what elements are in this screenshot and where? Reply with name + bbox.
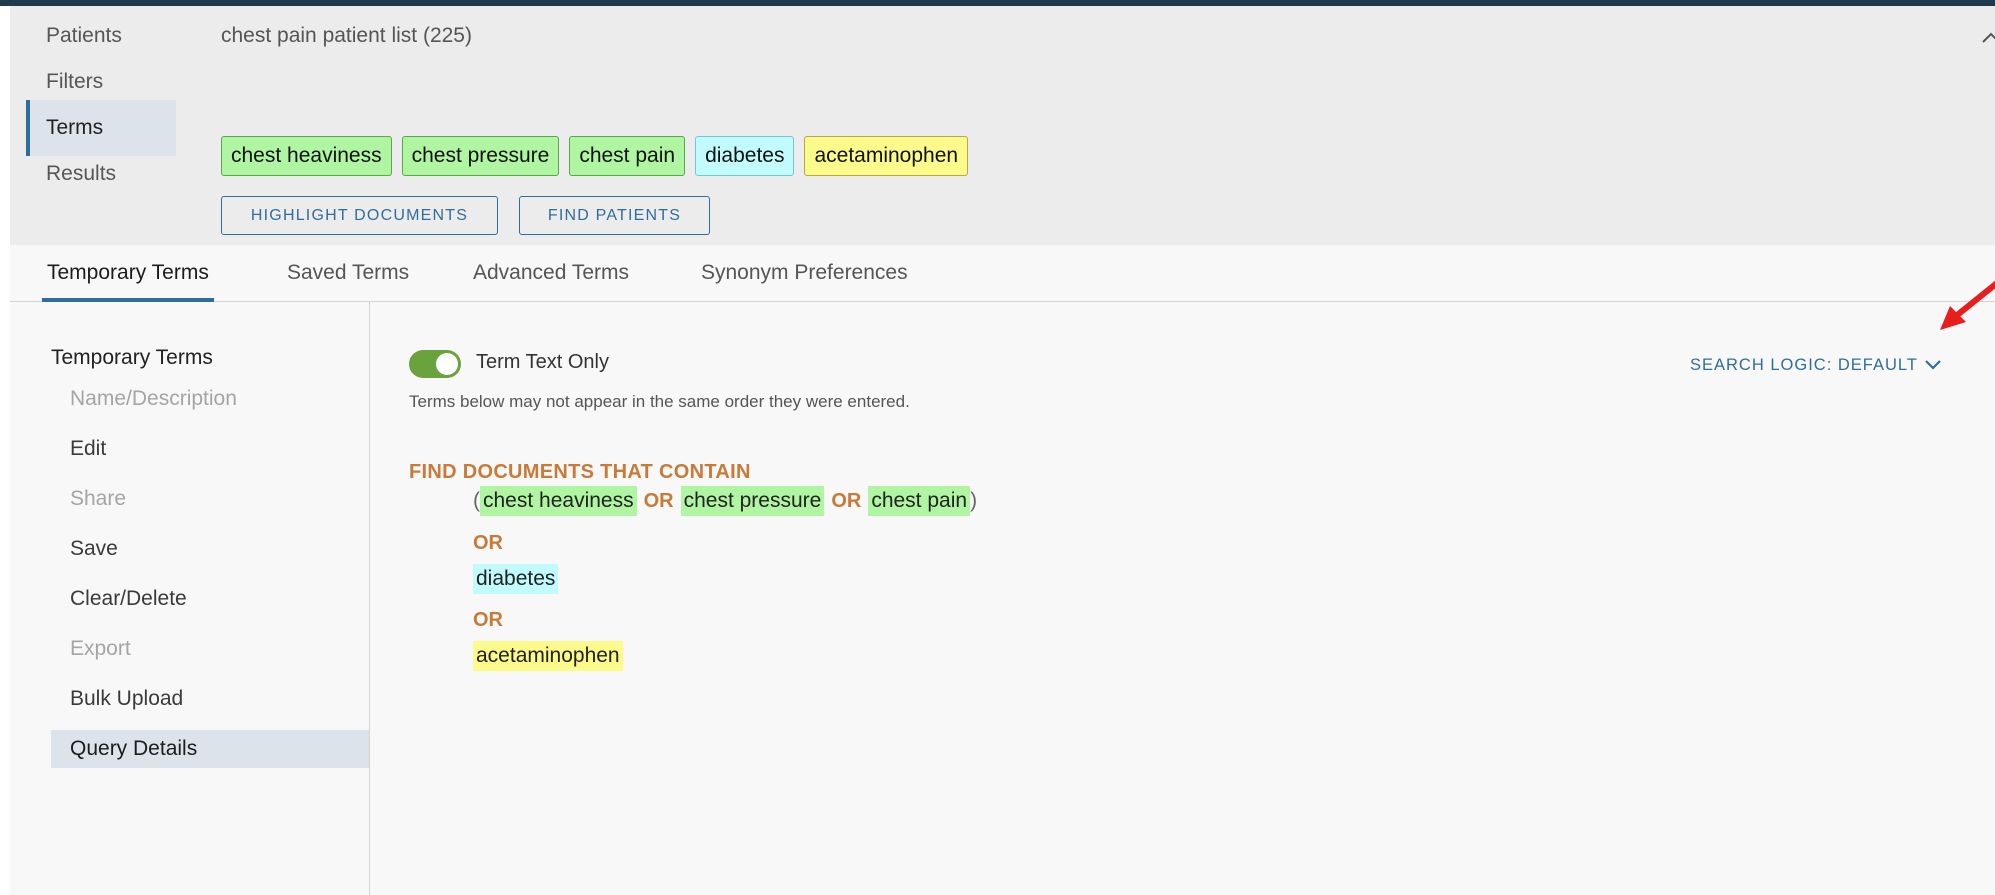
term-chip-acetaminophen[interactable]: acetaminophen (804, 136, 969, 176)
term-text-only-toggle[interactable] (409, 350, 461, 378)
term-chip-chest-pressure[interactable]: chest pressure (401, 136, 560, 176)
toggle-knob (436, 353, 458, 375)
query-term-line: acetaminophen (473, 641, 623, 671)
term-chip-chest-pain[interactable]: chest pain (569, 136, 686, 176)
query-term-acetaminophen: acetaminophen (473, 641, 623, 671)
term-chip-chest-heaviness[interactable]: chest heaviness (221, 136, 392, 176)
open-paren: ( (473, 489, 480, 512)
chevron-up-icon[interactable] (1982, 28, 1995, 46)
tab-bar: Temporary Terms Saved Terms Advanced Ter… (10, 245, 1995, 302)
search-logic-label: SEARCH LOGIC: DEFAULT (1690, 355, 1918, 374)
menu-share: Share (70, 487, 127, 510)
tab-saved-terms[interactable]: Saved Terms (282, 245, 414, 301)
side-menu-title: Temporary Terms (51, 346, 213, 369)
menu-edit[interactable]: Edit (51, 430, 369, 468)
term-text-only-label: Term Text Only (476, 351, 609, 373)
menu-name-description: Name/Description (70, 387, 237, 410)
annotation-arrow-icon (1940, 280, 1995, 330)
menu-bulk-upload[interactable]: Bulk Upload (51, 680, 369, 718)
highlight-documents-button[interactable]: HIGHLIGHT DOCUMENTS (221, 196, 498, 235)
header-panel: Patients Filters Terms Results chest pai… (10, 6, 1995, 245)
tab-synonym-preferences[interactable]: Synonym Preferences (696, 245, 913, 301)
query-term-line: diabetes (473, 564, 559, 594)
query-group-line: ( chest heaviness OR chest pressure OR c… (473, 486, 977, 516)
operator-or: OR (473, 532, 503, 554)
query-term-chest-heaviness: chest heaviness (480, 486, 637, 516)
operator-or: OR (643, 489, 674, 512)
menu-clear-delete[interactable]: Clear/Delete (51, 580, 369, 618)
term-chips: chest heaviness chest pressure chest pai… (221, 136, 969, 176)
menu-export: Export (70, 637, 131, 660)
tab-advanced-terms[interactable]: Advanced Terms (468, 245, 634, 301)
query-heading: FIND DOCUMENTS THAT CONTAIN (409, 461, 751, 483)
operator-or: OR (831, 489, 862, 512)
query-term-diabetes: diabetes (473, 564, 559, 594)
query-term-chest-pain: chest pain (868, 486, 971, 516)
patient-list-title: chest pain patient list (225) (221, 24, 472, 47)
menu-save[interactable]: Save (51, 530, 369, 568)
close-paren: ) (970, 489, 978, 512)
order-note: Terms below may not appear in the same o… (409, 392, 910, 411)
find-patients-button[interactable]: FIND PATIENTS (519, 196, 710, 235)
nav-results[interactable]: Results (26, 146, 176, 202)
side-menu: Temporary Terms Name/Description Edit Sh… (10, 302, 370, 895)
query-term-chest-pressure: chest pressure (680, 486, 825, 516)
app-root: Patients Filters Terms Results chest pai… (10, 6, 1995, 895)
chevron-down-icon (1925, 360, 1941, 370)
menu-query-details[interactable]: Query Details (51, 730, 369, 768)
term-chip-diabetes[interactable]: diabetes (695, 136, 795, 176)
operator-or: OR (473, 609, 503, 631)
search-logic-dropdown[interactable]: SEARCH LOGIC: DEFAULT (1690, 350, 1942, 380)
tab-temporary-terms[interactable]: Temporary Terms (42, 245, 214, 302)
